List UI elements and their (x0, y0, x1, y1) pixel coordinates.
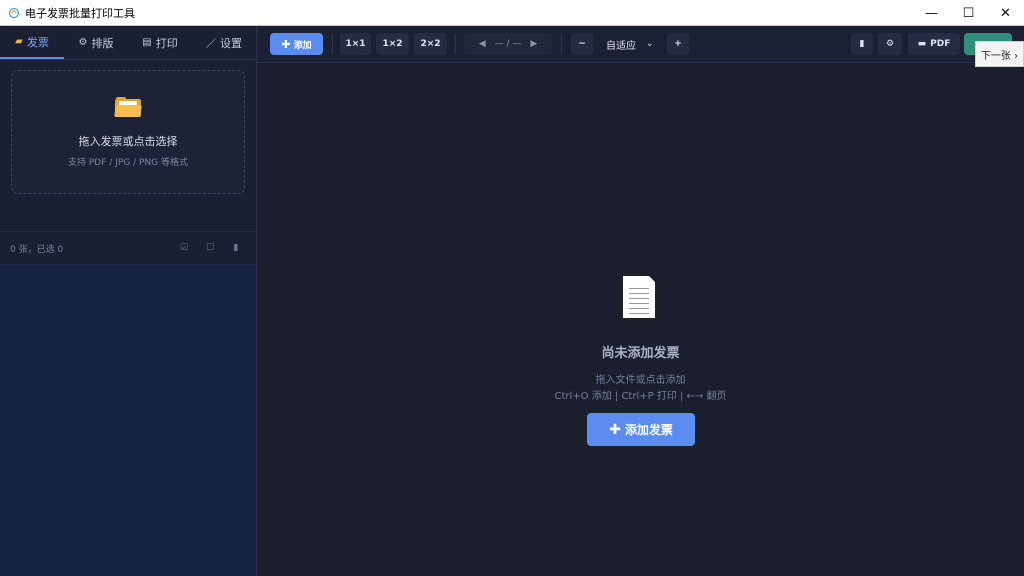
list-actions: ☑ ☐ ▮ (178, 243, 242, 253)
tab-print[interactable]: ▤ 打印 (128, 26, 192, 59)
title-bar: 电子发票批量打印工具 — ☐ ✕ (0, 0, 1024, 26)
layout-1x1-button[interactable]: 1×1 (340, 33, 371, 55)
deselect-icon[interactable]: ☐ (204, 243, 216, 253)
document-icon (621, 274, 657, 320)
export-pdf-button[interactable]: ▬ PDF (908, 33, 960, 55)
dropzone-title: 拖入发票或点击选择 (78, 134, 178, 148)
tab-settings[interactable]: ／ 设置 (192, 26, 256, 59)
prev-page-icon[interactable]: ◀ (479, 39, 486, 49)
add-button[interactable]: ✚ 添加 (270, 33, 323, 55)
zoom-out-button[interactable]: − (571, 33, 593, 55)
window-controls: — ☐ ✕ (913, 0, 1024, 26)
plus-icon: ✚ (281, 37, 291, 51)
minimize-button[interactable]: — (913, 0, 950, 26)
tab-layout[interactable]: ⚙ 排版 (64, 26, 128, 59)
select-all-icon[interactable]: ☑ (178, 243, 190, 253)
plus-icon: ✚ (609, 421, 621, 438)
pdf-label: PDF (930, 39, 951, 49)
open-folder-icon (114, 96, 142, 117)
zoom-value: 自适应 (606, 40, 636, 52)
add-button-label: 添加 (293, 40, 312, 51)
layout-2x2-button[interactable]: 2×2 (414, 33, 447, 55)
gear-icon: ⚙ (78, 37, 88, 48)
folder-icon: ▰ (15, 36, 23, 47)
download-icon: ▬ (917, 39, 927, 49)
tab-label: 排版 (91, 36, 114, 50)
trash-icon[interactable]: ▮ (230, 243, 242, 253)
pen-icon: ／ (206, 39, 216, 50)
page-navigator: ◀ — / — ▶ (464, 33, 552, 55)
tab-label: 打印 (155, 36, 178, 50)
list-status-bar: 0 张，已选 0 ☑ ☐ ▮ (0, 231, 256, 265)
file-dropzone[interactable]: 拖入发票或点击选择 支持 PDF / JPG / PNG 等格式 (11, 70, 245, 194)
printer-icon: ▤ (142, 37, 152, 48)
app-logo-icon (8, 7, 20, 18)
gear-icon: ⚙ (885, 39, 895, 49)
shortcut-hint: Ctrl+O 添加 | Ctrl+P 打印 | ←→ 翻页 (554, 391, 727, 402)
settings-button[interactable]: ⚙ (878, 33, 902, 55)
zoom-select[interactable]: 自适应 ⌄ (600, 33, 662, 55)
window-title: 电子发票批量打印工具 (25, 6, 135, 20)
sidebar-tabs: ▰ 发票 ⚙ 排版 ▤ 打印 ／ 设置 (0, 26, 256, 60)
trash-icon: ▮ (859, 39, 865, 49)
dropzone-area: 拖入发票或点击选择 支持 PDF / JPG / PNG 等格式 (0, 60, 256, 231)
selection-count: 0 张，已选 0 (10, 244, 64, 255)
add-invoice-label: 添加发票 (624, 423, 673, 437)
preview-area: 尚未添加发票 拖入文件或点击添加 Ctrl+O 添加 | Ctrl+P 打印 |… (257, 63, 1024, 576)
zoom-in-button[interactable]: + (667, 33, 689, 55)
tab-invoices[interactable]: ▰ 发票 (0, 26, 64, 59)
layout-1x2-button[interactable]: 1×2 (376, 33, 409, 55)
empty-state-title: 尚未添加发票 (601, 346, 680, 361)
tab-label: 发票 (26, 35, 49, 49)
dropzone-subtitle: 支持 PDF / JPG / PNG 等格式 (68, 157, 188, 168)
clear-button[interactable]: ▮ (851, 33, 873, 55)
maximize-button[interactable]: ☐ (950, 0, 987, 26)
top-toolbar: ✚ 添加 1×1 1×2 2×2 ◀ — / — ▶ − 自适应 ⌄ + ▮ ⚙… (257, 26, 1024, 63)
close-button[interactable]: ✕ (987, 0, 1024, 26)
sidebar: ▰ 发票 ⚙ 排版 ▤ 打印 ／ 设置 拖入发票或点击选择 支持 PDF / J… (0, 26, 257, 576)
chevron-down-icon: ⌄ (646, 39, 654, 49)
add-invoice-button[interactable]: ✚ 添加发票 (587, 413, 695, 446)
next-page-tooltip: 下一张 › (975, 41, 1024, 67)
page-indicator: — / — (494, 39, 522, 49)
tab-label: 设置 (220, 36, 242, 50)
empty-state-hint: 拖入文件或点击添加 (595, 375, 686, 386)
next-page-icon[interactable]: ▶ (530, 39, 537, 49)
